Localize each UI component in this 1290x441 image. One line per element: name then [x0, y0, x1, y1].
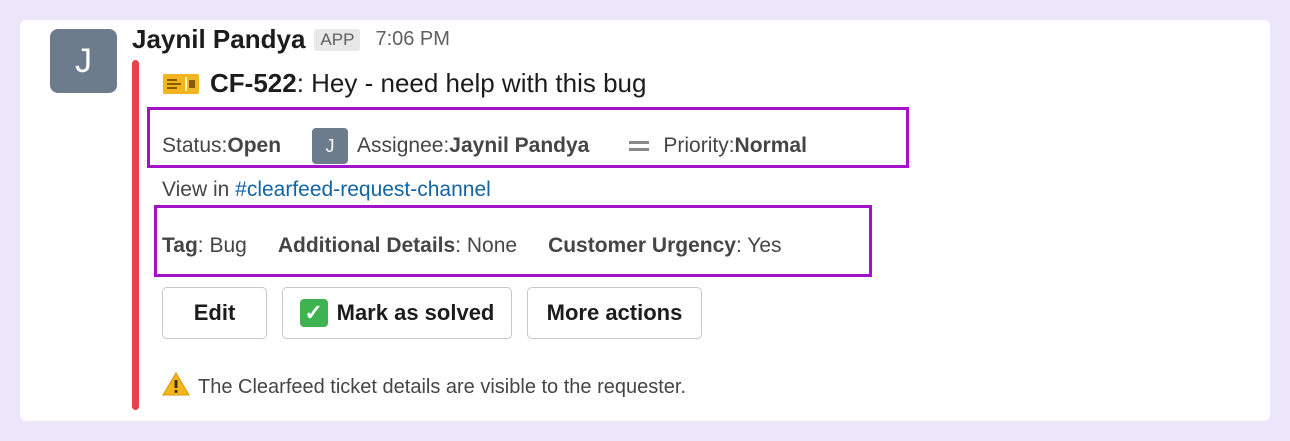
view-in-label: View in	[162, 178, 236, 201]
assignee-avatar: J	[312, 128, 349, 164]
more-actions-button[interactable]: More actions	[527, 287, 702, 339]
ticket-title-text: : Hey - need help with this bug	[296, 68, 647, 98]
urgency-label: Customer Urgency	[548, 234, 736, 257]
mark-solved-label: Mark as solved	[336, 300, 495, 325]
timestamp[interactable]: 7:06 PM	[375, 28, 449, 51]
tag-value: : Bug	[197, 234, 247, 257]
view-in-row: View in #clearfeed-request-channel	[162, 178, 491, 202]
fields-row: Tag: Bug Additional Details: None Custom…	[162, 234, 782, 258]
check-icon: ✓	[299, 299, 328, 327]
ticket-icon	[162, 71, 200, 97]
edit-button[interactable]: Edit	[162, 287, 267, 339]
details-value: : None	[455, 234, 518, 257]
footer-note-text: The Clearfeed ticket details are visible…	[198, 375, 687, 398]
priority-value: Normal	[734, 134, 807, 157]
priority-equal-icon	[629, 141, 650, 151]
avatar[interactable]: J	[50, 29, 117, 93]
status-row: Status: Open J Assignee: Jaynil Pandya P…	[162, 128, 807, 164]
app-badge: APP	[314, 28, 361, 51]
urgency-value: : Yes	[735, 234, 782, 257]
ticket-title: CF-522 : Hey - need help with this bug	[162, 68, 646, 99]
action-buttons: Edit ✓ Mark as solved More actions	[162, 287, 702, 339]
channel-link[interactable]: #clearfeed-request-channel	[235, 178, 491, 201]
message-header: Jaynil Pandya APP 7:06 PM	[132, 24, 450, 55]
ticket-id: CF-522	[210, 68, 297, 98]
status-label: Status:	[162, 134, 228, 157]
priority-label: Priority:	[663, 134, 735, 157]
assignee-value: Jaynil Pandya	[449, 134, 590, 157]
assignee-label: Assignee:	[357, 134, 450, 157]
sender-name[interactable]: Jaynil Pandya	[132, 24, 305, 55]
footer-note: The Clearfeed ticket details are visible…	[162, 371, 686, 403]
mark-solved-button[interactable]: ✓ Mark as solved	[282, 287, 512, 339]
attachment-color-bar	[132, 60, 139, 410]
status-value: Open	[227, 134, 282, 157]
warning-icon	[162, 371, 190, 403]
details-label: Additional Details	[277, 234, 456, 257]
tag-label: Tag	[162, 234, 198, 257]
